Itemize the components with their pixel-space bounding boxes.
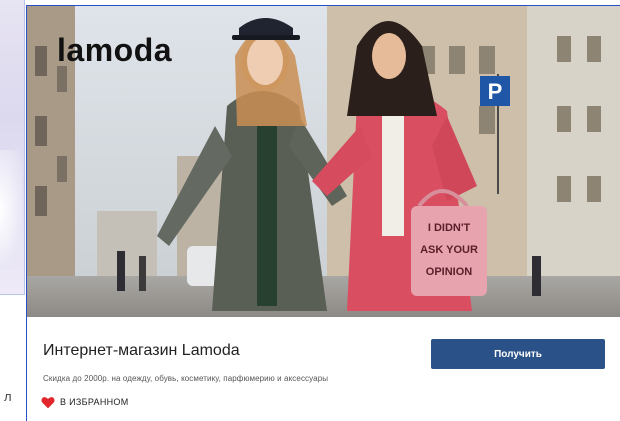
lamoda-logo: lamoda [57, 32, 172, 69]
offer-card[interactable]: P I DIDN'T ASK YOUR OPINION lamoda Интер… [26, 5, 620, 421]
offer-description: Скидка до 2000р. на одежду, обувь, косме… [43, 374, 329, 383]
offer-title: Интернет-магазин Lamoda [43, 342, 240, 359]
bag-text-line-3: OPINION [426, 266, 473, 278]
parking-sign-text: P [488, 79, 503, 104]
heart-icon [41, 396, 55, 408]
logo-text: lamoda [57, 32, 173, 68]
bag-text-line-2: ASK YOUR [420, 244, 478, 256]
page: л P I DIDN'T ASK YOUR OPINION lamoda Инт… [0, 0, 620, 421]
previous-card-text: л [4, 389, 12, 404]
offer-banner-image[interactable]: P I DIDN'T ASK YOUR OPINION lamoda [27, 6, 620, 317]
favorite-toggle[interactable]: В ИЗБРАННОМ [41, 395, 129, 409]
bag-text-line-1: I DIDN'T [428, 222, 471, 234]
previous-card-graphic [0, 150, 22, 270]
favorite-label: В ИЗБРАННОМ [60, 397, 129, 407]
get-offer-button[interactable]: Получить [431, 339, 605, 369]
previous-offer-card[interactable] [0, 0, 25, 295]
